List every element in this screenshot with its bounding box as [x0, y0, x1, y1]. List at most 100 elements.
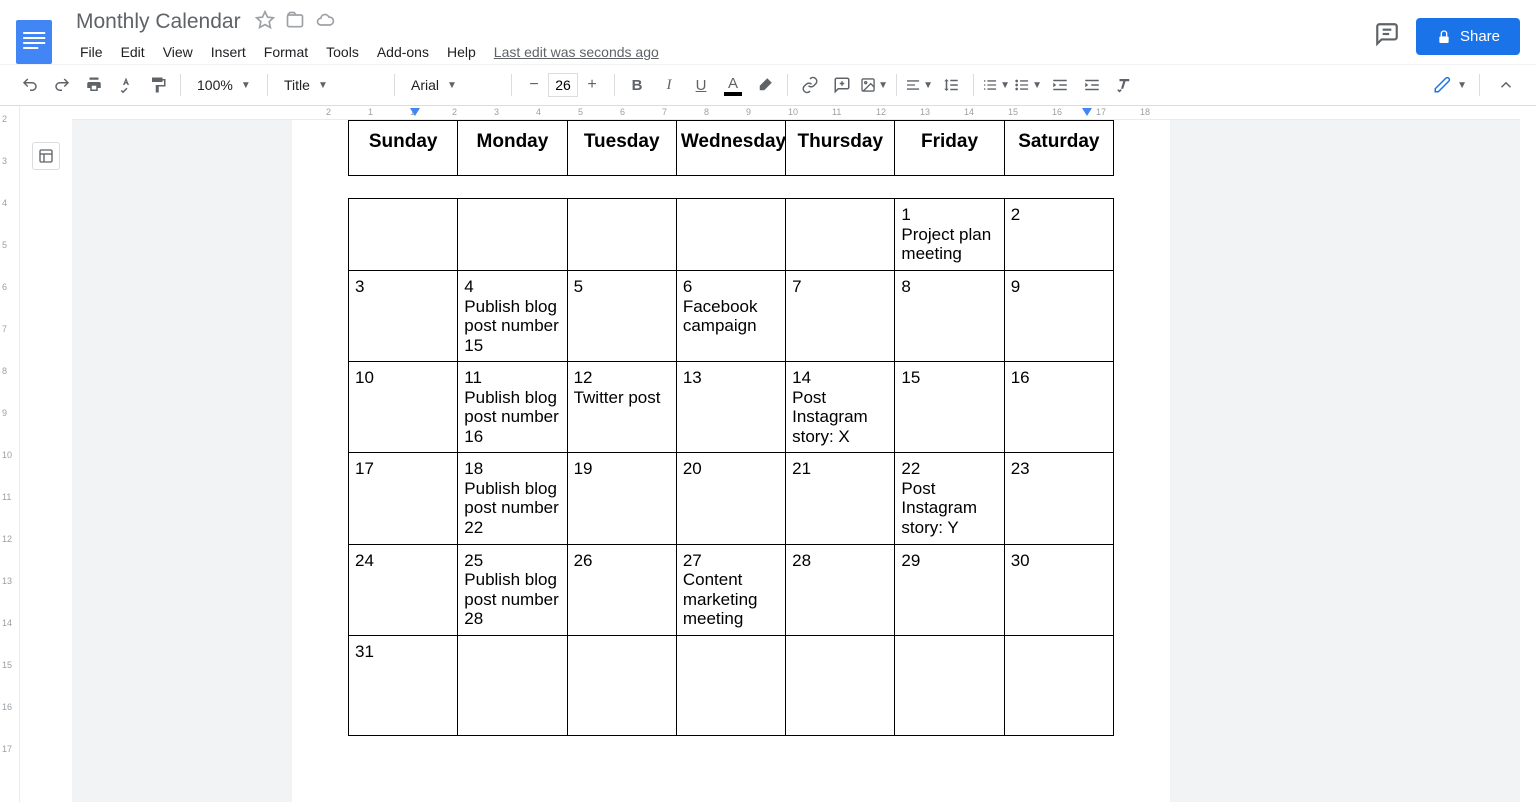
calendar-cell[interactable]: 5	[567, 271, 676, 362]
calendar-cell[interactable]: 27Content marketing meeting	[676, 544, 785, 635]
menu-file[interactable]: File	[72, 40, 111, 64]
page[interactable]: SundayMondayTuesdayWednesdayThursdayFrid…	[292, 120, 1170, 802]
text-color-button[interactable]: A	[719, 71, 747, 99]
line-spacing-button[interactable]	[937, 71, 965, 99]
calendar-cell[interactable]: 4Publish blog post number 15	[458, 271, 567, 362]
menu-format[interactable]: Format	[256, 40, 316, 64]
decrease-indent-button[interactable]	[1046, 71, 1074, 99]
calendar-cell[interactable]: 30	[1004, 544, 1113, 635]
font-select[interactable]: Arial▼	[403, 73, 503, 97]
paragraph-style-select[interactable]: Title▼	[276, 73, 386, 97]
calendar-cell[interactable]: 6Facebook campaign	[676, 271, 785, 362]
calendar-cell[interactable]: 22Post Instagram story: Y	[895, 453, 1004, 544]
day-header[interactable]: Tuesday	[567, 121, 676, 176]
calendar-cell[interactable]: 12Twitter post	[567, 362, 676, 453]
increase-indent-button[interactable]	[1078, 71, 1106, 99]
calendar-cell[interactable]	[786, 635, 895, 735]
bold-button[interactable]: B	[623, 71, 651, 99]
decrease-font-button[interactable]: −	[520, 71, 548, 99]
day-header[interactable]: Monday	[458, 121, 567, 176]
add-comment-button[interactable]	[828, 71, 856, 99]
calendar-cell[interactable]: 17	[349, 453, 458, 544]
calendar-cell[interactable]: 24	[349, 544, 458, 635]
menu-tools[interactable]: Tools	[318, 40, 367, 64]
calendar-cell[interactable]: 16	[1004, 362, 1113, 453]
calendar-cell[interactable]	[458, 199, 567, 271]
day-header[interactable]: Saturday	[1004, 121, 1113, 176]
calendar-cell[interactable]: 19	[567, 453, 676, 544]
italic-button[interactable]: I	[655, 71, 683, 99]
link-button[interactable]	[796, 71, 824, 99]
image-button[interactable]: ▼	[860, 71, 888, 99]
menu-insert[interactable]: Insert	[203, 40, 254, 64]
font-size-input[interactable]	[548, 73, 578, 97]
highlight-button[interactable]	[751, 71, 779, 99]
print-button[interactable]	[80, 71, 108, 99]
align-button[interactable]: ▼	[905, 71, 933, 99]
calendar-cell[interactable]: 29	[895, 544, 1004, 635]
calendar-cell[interactable]: 14Post Instagram story: X	[786, 362, 895, 453]
day-header[interactable]: Wednesday	[676, 121, 785, 176]
outline-button[interactable]	[32, 142, 60, 170]
day-header[interactable]: Friday	[895, 121, 1004, 176]
calendar-cell[interactable]	[1004, 635, 1113, 735]
calendar-cell[interactable]: 10	[349, 362, 458, 453]
calendar-cell[interactable]	[458, 635, 567, 735]
bullet-list-button[interactable]: ▼	[1014, 71, 1042, 99]
calendar-cell[interactable]: 18Publish blog post number 22	[458, 453, 567, 544]
calendar-cell[interactable]: 15	[895, 362, 1004, 453]
indent-marker[interactable]	[410, 108, 420, 116]
menu-view[interactable]: View	[155, 40, 201, 64]
calendar-cell[interactable]	[349, 199, 458, 271]
calendar-cell[interactable]: 1Project plan meeting	[895, 199, 1004, 271]
clear-formatting-button[interactable]	[1110, 71, 1138, 99]
calendar-cell[interactable]: 20	[676, 453, 785, 544]
calendar-cell[interactable]: 21	[786, 453, 895, 544]
calendar-cell[interactable]: 9	[1004, 271, 1113, 362]
spellcheck-button[interactable]	[112, 71, 140, 99]
calendar-cell[interactable]	[676, 635, 785, 735]
calendar-cell[interactable]	[786, 199, 895, 271]
calendar-cell[interactable]: 8	[895, 271, 1004, 362]
increase-font-button[interactable]: +	[578, 71, 606, 99]
calendar-cell[interactable]: 26	[567, 544, 676, 635]
calendar-cell[interactable]	[676, 199, 785, 271]
calendar-cell[interactable]: 23	[1004, 453, 1113, 544]
menu-add-ons[interactable]: Add-ons	[369, 40, 437, 64]
calendar-cell[interactable]: 3	[349, 271, 458, 362]
indent-marker[interactable]	[1082, 108, 1092, 116]
paint-format-button[interactable]	[144, 71, 172, 99]
day-header[interactable]: Sunday	[349, 121, 458, 176]
docs-logo[interactable]	[16, 20, 52, 64]
calendar-cell[interactable]	[895, 635, 1004, 735]
collapse-toolbar-button[interactable]	[1492, 71, 1520, 99]
calendar-cell[interactable]: 31	[349, 635, 458, 735]
calendar-body[interactable]: 1Project plan meeting234Publish blog pos…	[348, 198, 1114, 736]
calendar-cell[interactable]: 25Publish blog post number 28	[458, 544, 567, 635]
calendar-header[interactable]: SundayMondayTuesdayWednesdayThursdayFrid…	[348, 120, 1114, 176]
last-edit-link[interactable]: Last edit was seconds ago	[486, 40, 667, 64]
document-canvas[interactable]: SundayMondayTuesdayWednesdayThursdayFrid…	[72, 120, 1520, 802]
star-icon[interactable]	[255, 10, 275, 35]
numbered-list-button[interactable]: ▼	[982, 71, 1010, 99]
share-button[interactable]: Share	[1416, 18, 1520, 55]
day-header[interactable]: Thursday	[786, 121, 895, 176]
doc-title[interactable]: Monthly Calendar	[72, 8, 245, 36]
underline-button[interactable]: U	[687, 71, 715, 99]
calendar-cell[interactable]: 11Publish blog post number 16	[458, 362, 567, 453]
editing-mode-button[interactable]: ▼	[1433, 76, 1467, 94]
comments-icon[interactable]	[1374, 21, 1400, 52]
move-icon[interactable]	[285, 10, 305, 35]
calendar-cell[interactable]	[567, 199, 676, 271]
calendar-cell[interactable]: 28	[786, 544, 895, 635]
menu-edit[interactable]: Edit	[113, 40, 153, 64]
zoom-select[interactable]: 100%▼	[189, 73, 259, 97]
redo-button[interactable]	[48, 71, 76, 99]
calendar-cell[interactable]: 7	[786, 271, 895, 362]
menu-help[interactable]: Help	[439, 40, 484, 64]
cloud-icon[interactable]	[315, 10, 335, 35]
calendar-cell[interactable]	[567, 635, 676, 735]
undo-button[interactable]	[16, 71, 44, 99]
calendar-cell[interactable]: 2	[1004, 199, 1113, 271]
calendar-cell[interactable]: 13	[676, 362, 785, 453]
